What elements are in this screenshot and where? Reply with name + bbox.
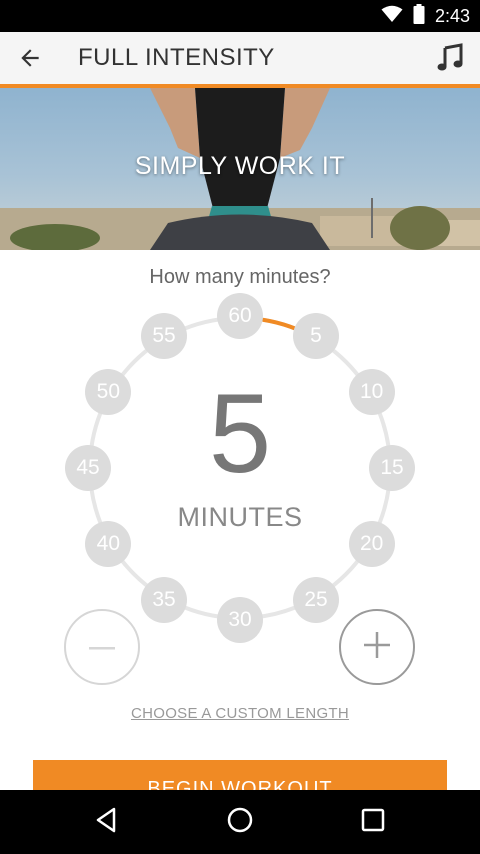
plus-icon <box>364 631 390 663</box>
minute-option-5[interactable]: 5 <box>293 313 339 360</box>
back-triangle-icon <box>94 807 118 838</box>
minute-option-30[interactable]: 30 <box>217 597 263 643</box>
recents-square-icon <box>361 808 385 837</box>
selected-minutes: 5 <box>208 371 272 496</box>
nav-back-button[interactable] <box>82 798 130 846</box>
minute-option-60[interactable]: 60 <box>217 293 263 339</box>
nav-home-button[interactable] <box>216 798 264 846</box>
minute-option-55[interactable]: 55 <box>141 313 187 360</box>
minutes-unit-label: MINUTES <box>177 502 303 532</box>
custom-length-link[interactable]: CHOOSE A CUSTOM LENGTH <box>0 705 480 722</box>
nav-recents-button[interactable] <box>349 798 397 846</box>
minute-option-35[interactable]: 35 <box>141 576 187 623</box>
increase-button[interactable] <box>339 609 415 685</box>
minus-icon <box>89 638 115 656</box>
home-circle-icon <box>226 806 254 839</box>
system-nav-bar <box>0 790 480 854</box>
minute-option-25[interactable]: 25 <box>293 576 339 623</box>
decrease-button[interactable] <box>64 609 140 685</box>
